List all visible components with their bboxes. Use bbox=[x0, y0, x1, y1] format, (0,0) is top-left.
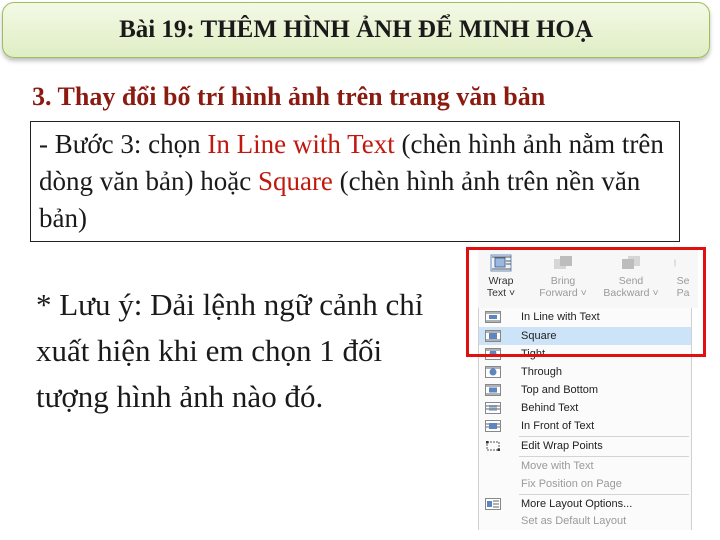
menu-item-more-layout-options[interactable]: More Layout Options... bbox=[479, 495, 691, 513]
option-square: Square bbox=[257, 166, 333, 196]
step-instruction-box: - Bước 3: chọn In Line with Text (chèn h… bbox=[30, 121, 680, 242]
section-heading: 3. Thay đổi bố trí hình ảnh trên trang v… bbox=[32, 82, 546, 111]
menu-item-top-and-bottom[interactable]: Top and Bottom bbox=[479, 381, 691, 399]
menu-item-fix-position-on-page[interactable]: Fix Position on Page bbox=[479, 475, 691, 493]
layout-options-icon bbox=[485, 498, 501, 510]
through-wrap-icon bbox=[485, 366, 501, 378]
menu-item-move-with-text[interactable]: Move with Text bbox=[479, 457, 691, 475]
menu-item-through[interactable]: Through bbox=[479, 363, 691, 381]
note-text: * Lưu ý: Dải lệnh ngữ cảnh chỉ xuất hiện… bbox=[36, 287, 424, 414]
menu-item-set-as-default-layout[interactable]: Set as Default Layout bbox=[479, 512, 691, 530]
option-inline-with-text: In Line with Text bbox=[207, 129, 395, 159]
menu-item-behind-text[interactable]: Behind Text bbox=[479, 399, 691, 417]
lesson-title: Bài 19: THÊM HÌNH ẢNH ĐỂ MINH HOẠ bbox=[119, 16, 593, 43]
top-bottom-wrap-icon bbox=[485, 384, 501, 396]
menu-item-in-front-of-text[interactable]: In Front of Text bbox=[479, 417, 691, 435]
menu-item-edit-wrap-points[interactable]: Edit Wrap Points bbox=[479, 437, 691, 455]
step-prefix: - Bước 3: chọn bbox=[39, 129, 208, 159]
title-banner: Bài 19: THÊM HÌNH ẢNH ĐỂ MINH HOẠ bbox=[2, 2, 710, 58]
highlight-box bbox=[466, 247, 706, 357]
in-front-text-icon bbox=[485, 420, 501, 432]
behind-text-icon bbox=[485, 402, 501, 414]
edit-wrap-points-icon bbox=[486, 441, 500, 451]
